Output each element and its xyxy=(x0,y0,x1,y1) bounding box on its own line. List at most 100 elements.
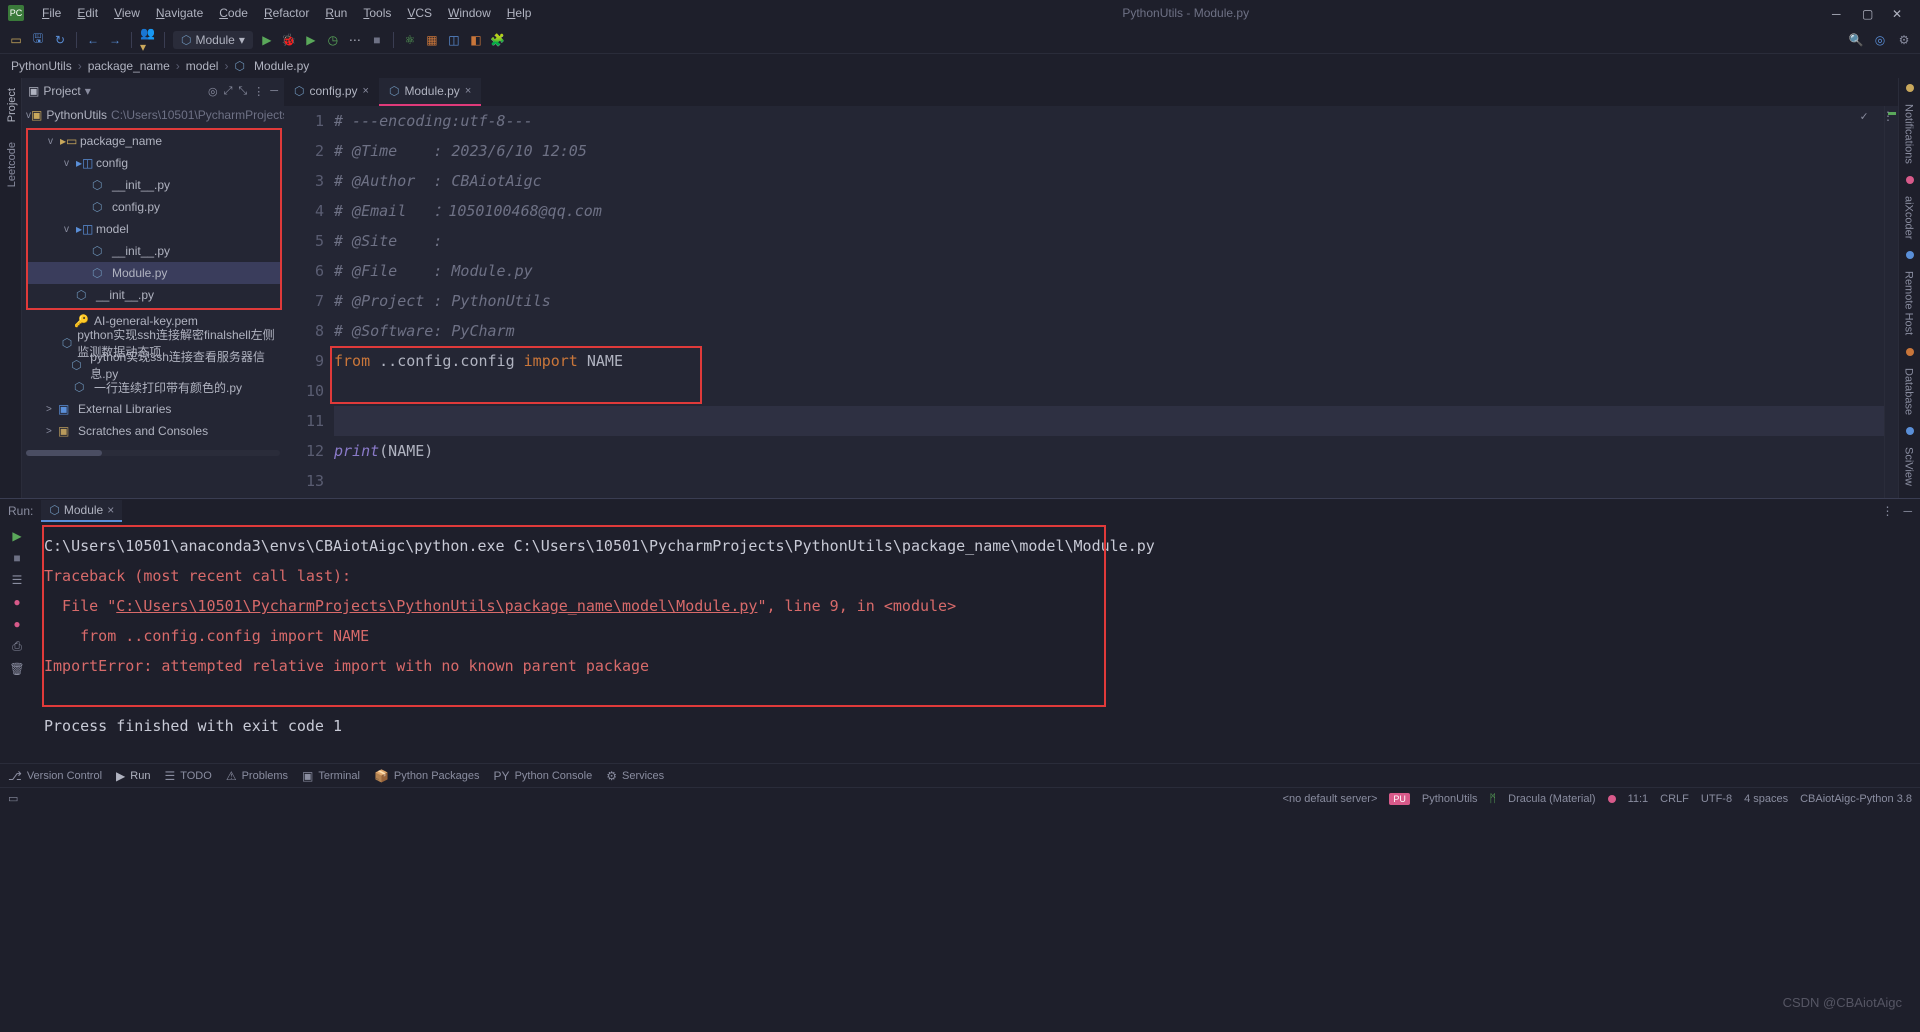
back-icon[interactable]: ← xyxy=(85,32,101,48)
code-line[interactable]: # @Software: PyCharm xyxy=(334,316,1884,346)
save-icon[interactable]: 🖫 xyxy=(30,32,46,48)
profile-icon[interactable]: ◷ xyxy=(325,32,341,48)
menu-edit[interactable]: Edit xyxy=(69,6,106,20)
tree-row[interactable]: ⬡config.py xyxy=(28,196,280,218)
tree-row[interactable]: ⬡python实现ssh连接查看服务器信息.py xyxy=(26,354,280,376)
tree-row[interactable]: v▸▭package_name xyxy=(28,130,280,152)
grid-icon[interactable]: ▦ xyxy=(424,32,440,48)
chevron-down-icon[interactable]: ▾ xyxy=(85,84,91,98)
code-line[interactable]: # @Email ：1050100468@qq.com xyxy=(334,196,1884,226)
tree-row[interactable]: ⬡Module.py xyxy=(28,262,280,284)
maximize-button[interactable]: ▢ xyxy=(1862,7,1874,19)
code-line[interactable]: # @File : Module.py xyxy=(334,256,1884,286)
trash-icon[interactable]: 🗑 xyxy=(9,662,24,676)
file-link[interactable]: C:\Users\10501\PycharmProjects\PythonUti… xyxy=(116,597,757,615)
expand-icon[interactable]: ⤢ xyxy=(224,85,233,98)
status-project-pill[interactable]: PU xyxy=(1389,793,1410,805)
filter-icon[interactable]: ☰ xyxy=(12,573,23,587)
close-icon[interactable]: × xyxy=(465,85,471,97)
puzzle-icon[interactable]: 🧩 xyxy=(490,32,506,48)
tree-row[interactable]: v▸◫config xyxy=(28,152,280,174)
target-icon[interactable]: ◎ xyxy=(208,85,218,98)
editor-tab[interactable]: ⬡config.py× xyxy=(284,78,379,106)
menu-view[interactable]: View xyxy=(106,6,148,20)
tree-row[interactable]: ⬡__init__.py xyxy=(28,284,280,306)
notifications-icon[interactable] xyxy=(1906,84,1914,92)
menu-tools[interactable]: Tools xyxy=(355,6,399,20)
close-icon[interactable]: × xyxy=(107,503,114,517)
editor-tab[interactable]: ⬡Module.py× xyxy=(379,78,481,106)
code-line[interactable]: from ..config.config import NAME xyxy=(334,346,1884,376)
debug-icon[interactable]: 🐞 xyxy=(281,32,297,48)
print-icon[interactable]: ⎙ xyxy=(12,639,22,654)
atom-icon[interactable]: ⚛ xyxy=(402,32,418,48)
close-icon[interactable]: × xyxy=(363,85,369,97)
code-content[interactable]: # ---encoding:utf-8---# @Time : 2023/6/1… xyxy=(334,106,1884,498)
menu-file[interactable]: File xyxy=(34,6,69,20)
coverage-icon[interactable]: ▶ xyxy=(303,32,319,48)
database-icon[interactable] xyxy=(1906,348,1914,356)
code-line[interactable]: # @Time : 2023/6/10 12:05 xyxy=(334,136,1884,166)
users-icon[interactable]: 👥▾ xyxy=(140,32,156,48)
breakpoint-icon[interactable]: ● xyxy=(13,595,20,609)
rail-tab-sciview[interactable]: SciView xyxy=(1901,439,1919,494)
status-menu-icon[interactable]: ▭ xyxy=(8,792,18,805)
gear-icon[interactable]: ⚙ xyxy=(1896,32,1912,48)
menu-navigate[interactable]: Navigate xyxy=(148,6,211,20)
rail-tab-aixcoder[interactable]: aiXcoder xyxy=(1901,188,1919,247)
code-line[interactable]: # @Site : xyxy=(334,226,1884,256)
tree-row[interactable]: v▸◫model xyxy=(28,218,280,240)
rail-tab-database[interactable]: Database xyxy=(1901,360,1919,423)
bottom-tab-services[interactable]: ⚙Services xyxy=(606,769,664,783)
code-line[interactable]: # ---encoding:utf-8--- xyxy=(334,106,1884,136)
run-config-selector[interactable]: ⬡ Module ▾ xyxy=(173,31,253,49)
rail-tab-leetcode[interactable]: Leetcode xyxy=(2,132,20,197)
tree-row[interactable]: ⬡__init__.py xyxy=(28,240,280,262)
more-icon[interactable]: ⋮ xyxy=(1881,504,1893,518)
bottom-tab-version-control[interactable]: ⎇Version Control xyxy=(8,769,102,783)
tree-row[interactable]: ⬡一行连续打印带有颜色的.py xyxy=(26,376,280,398)
open-icon[interactable]: ▭ xyxy=(8,32,24,48)
bottom-tab-run[interactable]: ▶Run xyxy=(116,769,150,783)
close-button[interactable]: ✕ xyxy=(1892,7,1904,19)
breadcrumb-item[interactable]: Module.py xyxy=(251,59,312,73)
hide-icon[interactable]: ─ xyxy=(1903,504,1912,518)
breadcrumb-item[interactable]: PythonUtils xyxy=(8,59,75,73)
console-output[interactable]: C:\Users\10501\anaconda3\envs\CBAiotAigc… xyxy=(34,523,1920,763)
status-theme[interactable]: Dracula (Material) xyxy=(1508,793,1595,805)
menu-refactor[interactable]: Refactor xyxy=(256,6,317,20)
down-icon[interactable]: ● xyxy=(13,617,20,631)
tree-row[interactable]: >▣Scratches and Consoles xyxy=(26,420,280,442)
bottom-tab-todo[interactable]: ☰TODO xyxy=(164,769,211,783)
hide-icon[interactable]: ─ xyxy=(270,85,278,98)
horizontal-scrollbar[interactable] xyxy=(26,450,280,456)
layout-icon[interactable]: ◫ xyxy=(446,32,462,48)
code-line[interactable] xyxy=(334,376,1884,406)
menu-vcs[interactable]: VCS xyxy=(399,6,440,20)
status-encoding[interactable]: UTF-8 xyxy=(1701,793,1732,805)
stop-icon[interactable]: ■ xyxy=(369,32,385,48)
bottom-tab-problems[interactable]: ⚠Problems xyxy=(226,769,288,783)
project-view-label[interactable]: Project xyxy=(43,84,80,98)
breadcrumb-item[interactable]: package_name xyxy=(85,59,173,73)
tree-root[interactable]: v ▣ PythonUtils C:\Users\10501\PycharmPr… xyxy=(22,104,284,126)
remote-icon[interactable] xyxy=(1906,251,1914,259)
status-position[interactable]: 11:1 xyxy=(1628,793,1649,805)
bottom-tab-python-packages[interactable]: 📦Python Packages xyxy=(374,769,480,783)
menu-code[interactable]: Code xyxy=(211,6,256,20)
more-icon[interactable]: ⋮ xyxy=(253,85,264,98)
tree-row[interactable]: >▣External Libraries xyxy=(26,398,280,420)
bottom-tab-terminal[interactable]: ▣Terminal xyxy=(302,769,360,783)
code-line[interactable]: # @Author : CBAiotAigc xyxy=(334,166,1884,196)
rail-tab-remote-host[interactable]: Remote Host xyxy=(1901,263,1919,343)
minimize-button[interactable]: ─ xyxy=(1832,7,1844,19)
aixcoder-icon[interactable] xyxy=(1906,176,1914,184)
collapse-icon[interactable]: ⤡ xyxy=(238,85,247,98)
component-icon[interactable]: ◧ xyxy=(468,32,484,48)
run-tab[interactable]: ⬡ Module × xyxy=(41,500,122,522)
rerun-icon[interactable]: ▶ xyxy=(12,529,21,543)
stop-icon[interactable]: ■ xyxy=(13,551,20,565)
refresh-icon[interactable]: ↻ xyxy=(52,32,68,48)
code-area[interactable]: 12345678910111213 # ---encoding:utf-8---… xyxy=(284,106,1898,498)
rail-tab-project[interactable]: Project xyxy=(2,78,20,132)
